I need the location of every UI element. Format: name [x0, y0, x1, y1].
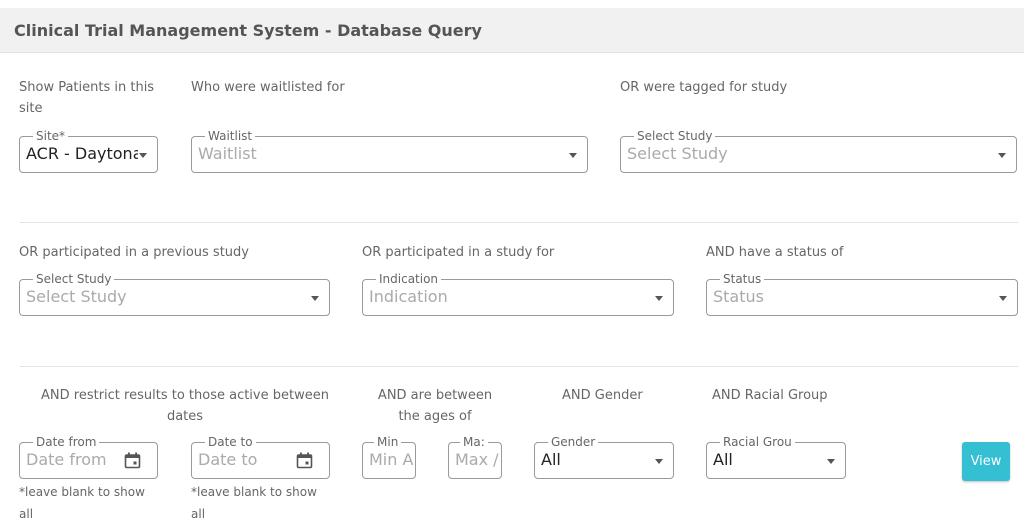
status-question-label: AND have a status of — [706, 245, 844, 260]
site-legend: Site* — [33, 129, 69, 143]
chevron-down-icon — [827, 459, 835, 464]
site-select[interactable]: Site* ACR - Daytona — [19, 129, 158, 173]
gender-value: All — [541, 450, 561, 469]
date-to-hint: *leave blank to show all — [191, 485, 317, 521]
date-from-legend: Date from — [33, 435, 100, 449]
min-age-input[interactable]: Min Min A — [362, 435, 416, 479]
chevron-down-icon — [569, 153, 577, 158]
chevron-down-icon — [655, 459, 663, 464]
prev-study-legend: Select Study — [33, 272, 115, 286]
racial-group-select[interactable]: Racial Grou All — [706, 435, 846, 479]
tagged-study-legend: Select Study — [634, 129, 716, 143]
prev-study-question-label: OR participated in a previous study — [19, 245, 249, 260]
max-age-legend: Ma: — [460, 435, 488, 449]
date-from-hint: *leave blank to show all — [19, 485, 145, 521]
site-question-label: Show Patients in this site — [19, 80, 155, 116]
page-header: Clinical Trial Management System - Datab… — [0, 8, 1024, 53]
indication-question-label: OR participated in a study for — [362, 245, 555, 260]
chevron-down-icon — [998, 153, 1006, 158]
min-age-placeholder: Min A — [369, 450, 413, 469]
status-placeholder: Status — [713, 287, 764, 306]
tagged-study-placeholder: Select Study — [627, 144, 728, 163]
tagged-question-label: OR were tagged for study — [620, 80, 788, 95]
indication-legend: Indication — [376, 272, 442, 286]
indication-placeholder: Indication — [369, 287, 448, 306]
tagged-study-select[interactable]: Select Study Select Study — [620, 129, 1017, 173]
page-title: Clinical Trial Management System - Datab… — [14, 21, 482, 40]
waitlist-question-label: Who were waitlisted for — [191, 80, 345, 95]
chevron-down-icon — [311, 296, 319, 301]
calendar-icon[interactable] — [296, 452, 313, 469]
waitlist-placeholder: Waitlist — [198, 144, 257, 163]
date-from-placeholder: Date from — [26, 450, 107, 469]
gender-question-label: AND Gender — [562, 388, 643, 403]
date-to-input[interactable]: Date to Date to — [191, 435, 330, 479]
waitlist-select[interactable]: Waitlist Waitlist — [191, 129, 588, 173]
prev-study-placeholder: Select Study — [26, 287, 127, 306]
racial-group-legend: Racial Grou — [720, 435, 795, 449]
gender-legend: Gender — [548, 435, 599, 449]
status-select[interactable]: Status Status — [706, 272, 1018, 316]
view-button[interactable]: View — [962, 442, 1010, 481]
chevron-down-icon — [999, 296, 1007, 301]
gender-select[interactable]: Gender All — [534, 435, 674, 479]
chevron-down-icon — [655, 296, 663, 301]
dates-question-label: AND restrict results to those active bet… — [41, 388, 329, 424]
waitlist-legend: Waitlist — [205, 129, 256, 143]
prev-study-select[interactable]: Select Study Select Study — [19, 272, 330, 316]
max-age-placeholder: Max / — [455, 450, 499, 469]
max-age-input[interactable]: Ma: Max / — [448, 435, 502, 479]
date-to-placeholder: Date to — [198, 450, 258, 469]
chevron-down-icon — [139, 153, 147, 158]
date-to-legend: Date to — [205, 435, 256, 449]
min-age-legend: Min — [374, 435, 402, 449]
ages-question-label: AND are between the ages of — [377, 388, 493, 424]
section-divider — [20, 366, 1018, 367]
racial-group-value: All — [713, 450, 733, 469]
site-value: ACR - Daytona — [26, 144, 138, 163]
date-from-input[interactable]: Date from Date from — [19, 435, 158, 479]
section-divider — [20, 222, 1018, 223]
race-question-label: AND Racial Group — [712, 388, 828, 403]
indication-select[interactable]: Indication Indication — [362, 272, 674, 316]
status-legend: Status — [720, 272, 765, 286]
calendar-icon[interactable] — [124, 452, 141, 469]
